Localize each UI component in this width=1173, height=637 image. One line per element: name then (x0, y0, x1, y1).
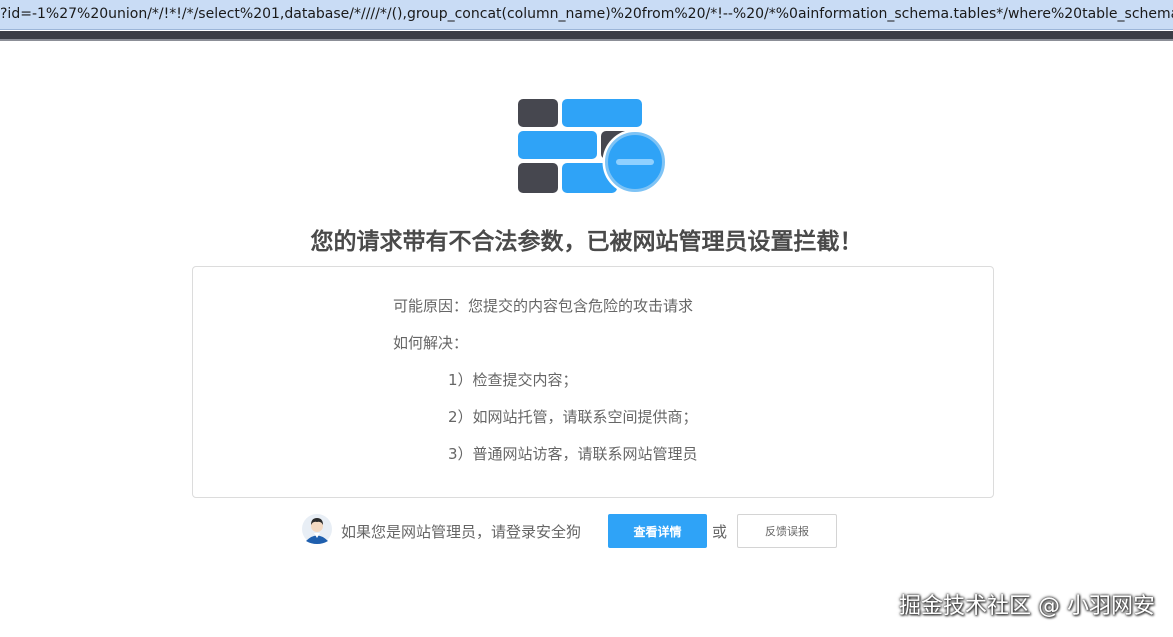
admin-hint-text: 如果您是网站管理员，请登录安全狗 (341, 523, 582, 541)
report-false-positive-button[interactable]: 反馈误报 (737, 514, 837, 548)
howto-heading: 如何解决： (393, 334, 469, 352)
step-item: 2）如网站托管，请联系空间提供商； (448, 408, 698, 426)
view-details-button[interactable]: 查看详情 (608, 514, 707, 548)
firewall-wall-icon (518, 99, 668, 195)
brick-dark-top (518, 99, 558, 127)
info-panel: 可能原因：您提交的内容包含危险的攻击请求 如何解决： 1）检查提交内容； 2）如… (192, 266, 994, 498)
step-item: 1）检查提交内容； (448, 371, 578, 389)
brick-blue-mid (518, 131, 597, 159)
watermark: 掘金技术社区 @ 小羽网安 (899, 594, 1155, 619)
page-title: 您的请求带有不合法参数，已被网站管理员设置拦截！ (310, 229, 863, 255)
toolbar-divider-edge (0, 39, 1173, 41)
reason-text: 可能原因：您提交的内容包含危险的攻击请求 (393, 297, 694, 315)
url-text: ?id=-1%27%20union/*/!*!/*/select%201,dat… (0, 6, 1173, 22)
minus-bar (616, 159, 654, 165)
brick-dark-bottom (518, 163, 558, 193)
step-item: 3）普通网站访客，请联系网站管理员 (448, 445, 698, 463)
brick-blue-top (562, 99, 642, 127)
or-text: 或 (712, 523, 728, 541)
toolbar-divider (0, 31, 1173, 39)
address-bar[interactable]: ?id=-1%27%20union/*/!*!/*/select%201,dat… (0, 0, 1173, 30)
admin-avatar-icon (302, 514, 332, 544)
